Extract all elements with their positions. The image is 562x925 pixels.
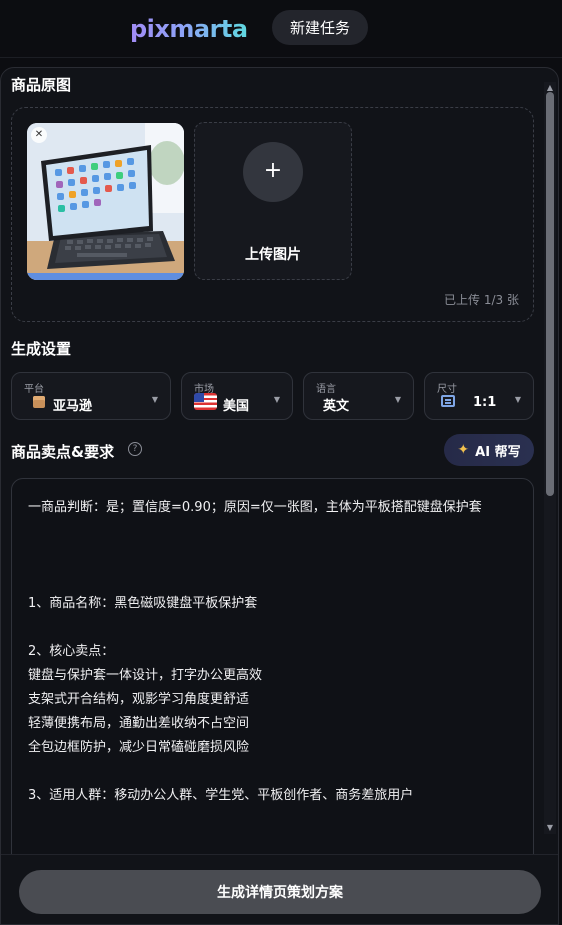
main-panel: 商品原图 ✕ + 上传图片 已上传 1/3 张 生成设置 平台 亚马逊 ▼ 市场…: [0, 67, 559, 925]
scrollbar[interactable]: ▲ ▼: [544, 82, 556, 834]
settings-title: 生成设置: [11, 340, 72, 358]
upload-image-label: 上传图片: [245, 247, 301, 263]
chevron-down-icon: ▼: [151, 395, 158, 404]
market-value: 美国: [223, 399, 250, 414]
selling-points-textarea[interactable]: 一商品判断：是；置信度=0.90；原因=仅一张图，主体为平板搭配键盘保护套 1、…: [11, 478, 534, 858]
ai-write-button[interactable]: ✦ AI 帮写: [444, 434, 534, 466]
upload-area: ✕ + 上传图片 已上传 1/3 张: [11, 107, 534, 322]
tablet-keyboard-image: [27, 123, 184, 280]
size-value: 1:1: [473, 395, 497, 410]
plus-icon: +: [243, 142, 303, 202]
ai-write-label: AI 帮写: [475, 444, 521, 460]
sparkle-icon: ✦: [457, 442, 470, 458]
chevron-down-icon: ▼: [394, 395, 401, 404]
aspect-ratio-icon: [441, 395, 455, 407]
chevron-down-icon: ▼: [273, 395, 280, 404]
market-select[interactable]: 市场 美国 ▼: [181, 372, 293, 420]
product-images-title: 商品原图: [11, 76, 72, 94]
remove-image-icon[interactable]: ✕: [31, 127, 47, 143]
scroll-down-icon[interactable]: ▼: [544, 822, 556, 834]
size-label: 尺寸: [437, 384, 457, 395]
pixmarta-logo[interactable]: pixmarta: [130, 15, 248, 43]
generate-plan-button[interactable]: 生成详情页策划方案: [19, 870, 541, 914]
language-value: 英文: [323, 399, 350, 414]
help-icon[interactable]: ?: [128, 442, 142, 456]
language-select[interactable]: 语言 英文 ▼: [303, 372, 414, 420]
platform-value: 亚马逊: [53, 399, 93, 414]
chevron-down-icon: ▼: [514, 395, 521, 404]
us-flag-icon: [194, 393, 217, 410]
language-label: 语言: [316, 384, 336, 395]
scrollbar-thumb[interactable]: [546, 92, 554, 496]
footer: 生成详情页策划方案: [1, 854, 558, 924]
selling-points-title: 商品卖点&要求: [11, 443, 115, 461]
upload-image-button[interactable]: + 上传图片: [194, 122, 352, 280]
product-thumbnail[interactable]: ✕: [27, 123, 184, 280]
box-icon: [33, 396, 45, 408]
top-bar: pixmarta 新建任务: [0, 0, 562, 58]
platform-label: 平台: [24, 384, 44, 395]
size-select[interactable]: 尺寸 1:1 ▼: [424, 372, 534, 420]
new-task-button[interactable]: 新建任务: [272, 10, 368, 45]
platform-select[interactable]: 平台 亚马逊 ▼: [11, 372, 171, 420]
upload-count: 已上传 1/3 张: [444, 293, 519, 307]
